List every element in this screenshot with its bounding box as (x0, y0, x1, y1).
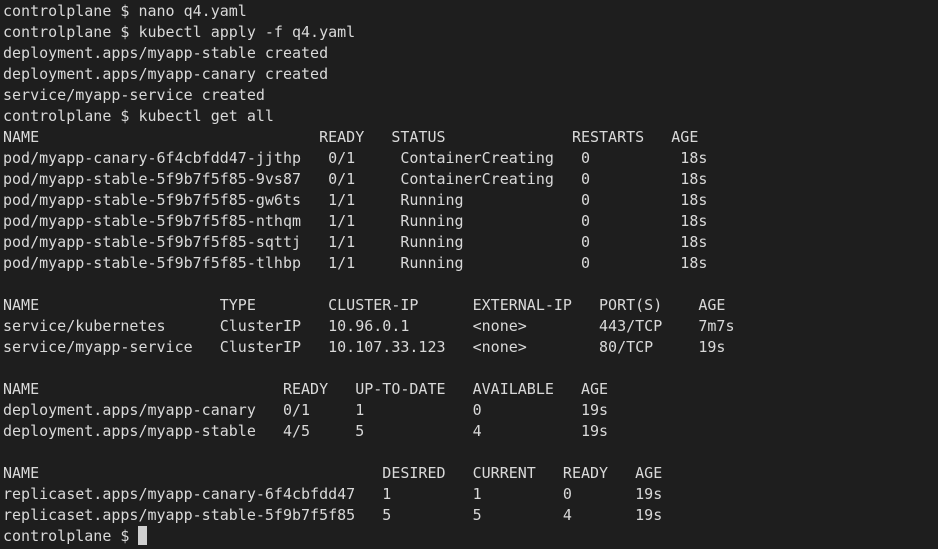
deployments-table-header: NAME READY UP-TO-DATE AVAILABLE AGE (3, 380, 609, 398)
shell-prompt: controlplane $ (3, 527, 139, 545)
replicasets-table-row: replicaset.apps/myapp-stable-5f9b7f5f85 … (3, 506, 663, 524)
terminal-output: controlplane $ nano q4.yaml controlplane… (3, 1, 938, 526)
deployments-table-row: deployment.apps/myapp-stable 4/5 5 4 19s (3, 422, 609, 440)
replicasets-table-row: replicaset.apps/myapp-canary-6f4cbfdd47 … (3, 485, 663, 503)
command-line: controlplane $ kubectl apply -f q4.yaml (3, 23, 356, 41)
pods-table-row: pod/myapp-canary-6f4cbfdd47-jjthp 0/1 Co… (3, 149, 708, 167)
pods-table-row: pod/myapp-stable-5f9b7f5f85-9vs87 0/1 Co… (3, 170, 708, 188)
pods-table-header: NAME READY STATUS RESTARTS AGE (3, 128, 699, 146)
pods-table-row: pod/myapp-stable-5f9b7f5f85-sqttj 1/1 Ru… (3, 233, 708, 251)
services-table-row: service/kubernetes ClusterIP 10.96.0.1 <… (3, 317, 735, 335)
prompt-line[interactable]: controlplane $ (3, 526, 938, 547)
services-table-row: service/myapp-service ClusterIP 10.107.3… (3, 338, 726, 356)
pods-table-row: pod/myapp-stable-5f9b7f5f85-tlhbp 1/1 Ru… (3, 254, 708, 272)
replicasets-table-header: NAME DESIRED CURRENT READY AGE (3, 464, 663, 482)
pods-table-row: pod/myapp-stable-5f9b7f5f85-nthqm 1/1 Ru… (3, 212, 708, 230)
output-line: deployment.apps/myapp-canary created (3, 65, 329, 83)
output-line: deployment.apps/myapp-stable created (3, 44, 329, 62)
services-table-header: NAME TYPE CLUSTER-IP EXTERNAL-IP PORT(S)… (3, 296, 726, 314)
deployments-table-row: deployment.apps/myapp-canary 0/1 1 0 19s (3, 401, 609, 419)
output-line: service/myapp-service created (3, 86, 265, 104)
command-line: controlplane $ kubectl get all (3, 107, 274, 125)
terminal-window[interactable]: controlplane $ nano q4.yaml controlplane… (0, 0, 938, 549)
text-cursor (138, 526, 148, 545)
pods-table-row: pod/myapp-stable-5f9b7f5f85-gw6ts 1/1 Ru… (3, 191, 708, 209)
command-line: controlplane $ nano q4.yaml (3, 2, 247, 20)
